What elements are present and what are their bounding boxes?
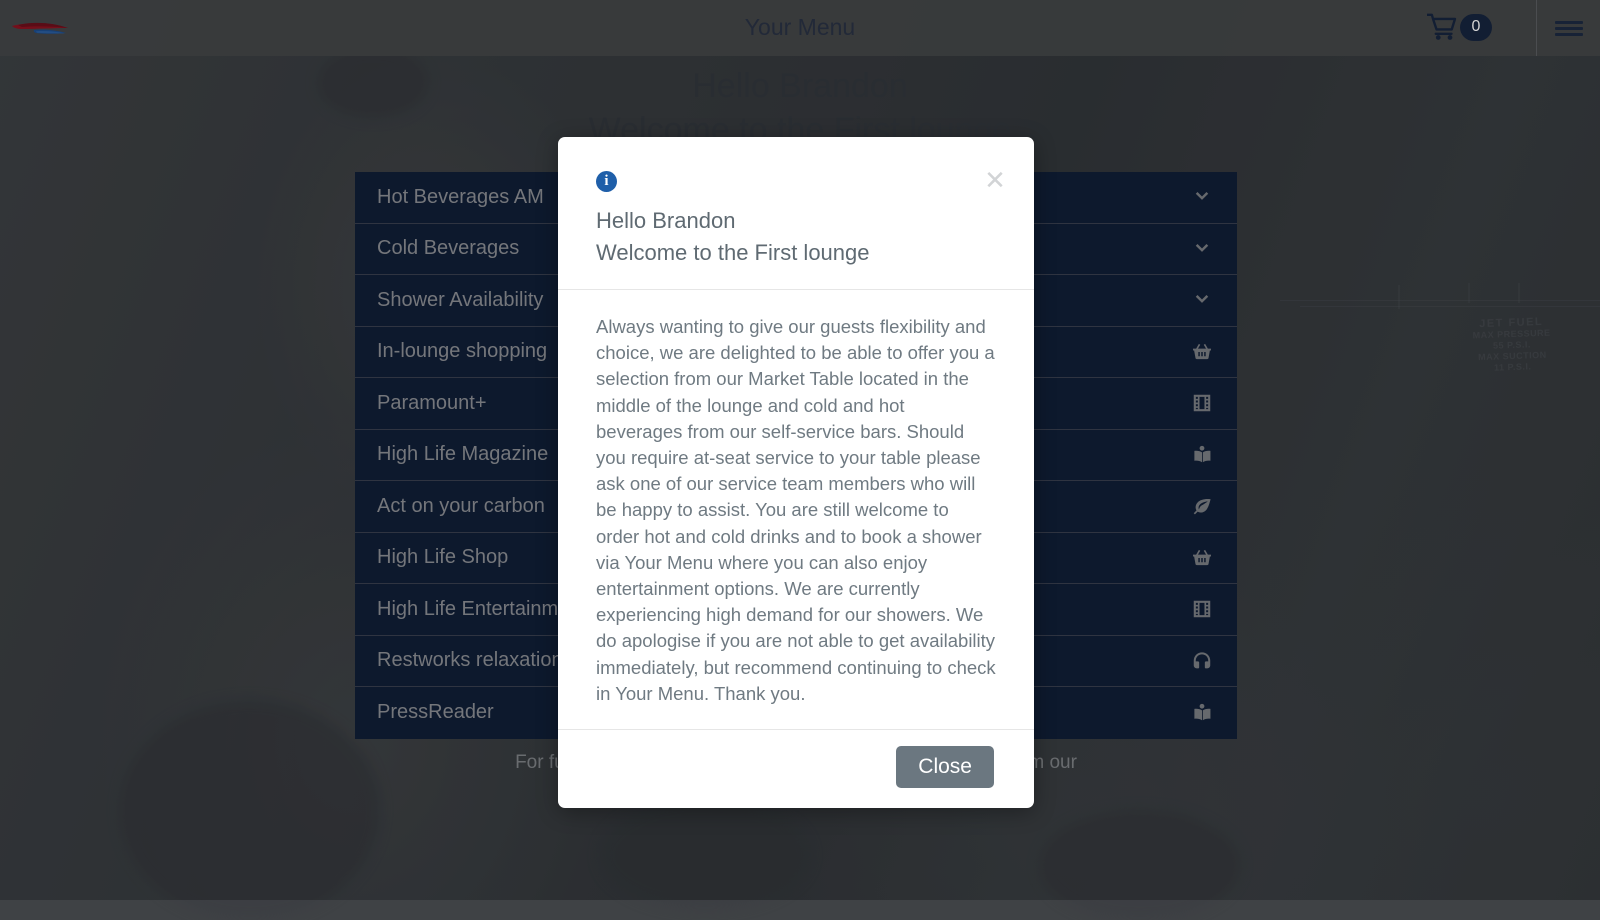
- modal-title-line-2: Welcome to the First lounge: [596, 237, 1000, 269]
- close-button[interactable]: Close: [896, 746, 994, 788]
- info-circle-icon: i: [596, 171, 617, 192]
- modal-body: Always wanting to give our guests flexib…: [558, 290, 1034, 730]
- modal-footer: Close: [558, 730, 1034, 808]
- modal-header: i Hello Brandon Welcome to the First lou…: [558, 137, 1034, 290]
- modal-body-text: Always wanting to give our guests flexib…: [596, 314, 996, 707]
- welcome-modal-dialog: i Hello Brandon Welcome to the First lou…: [558, 137, 1034, 808]
- close-x-icon[interactable]: ✕: [982, 167, 1008, 193]
- modal-title-line-1: Hello Brandon: [596, 205, 1000, 237]
